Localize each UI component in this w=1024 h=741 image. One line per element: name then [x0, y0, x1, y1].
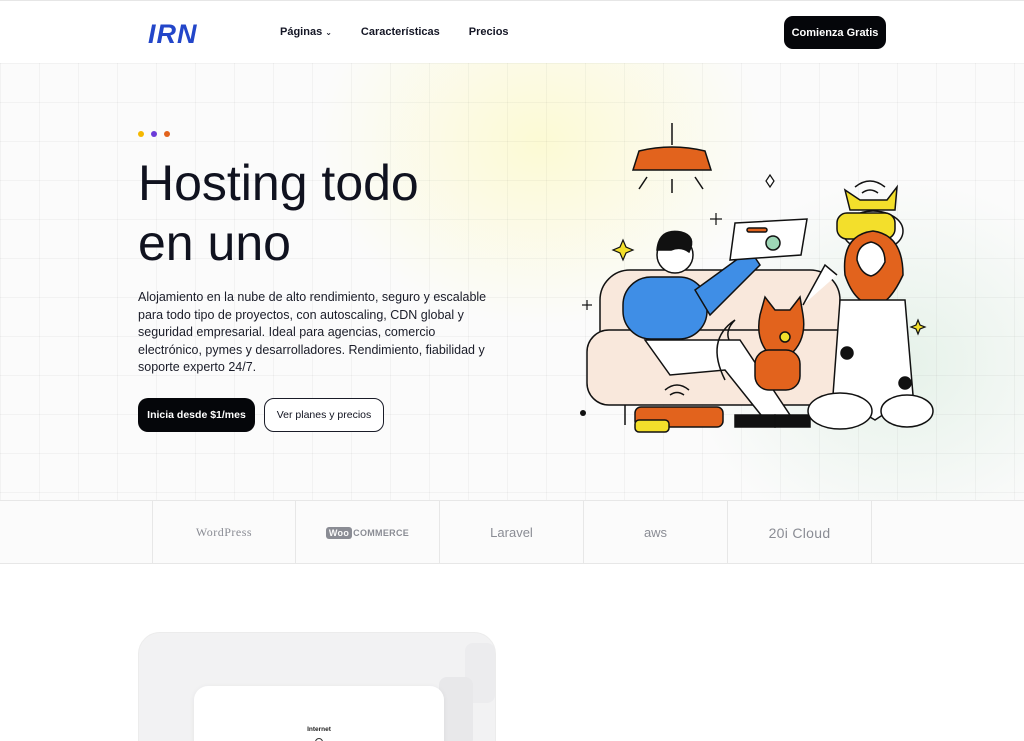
floor-dot: [580, 410, 586, 416]
wordpress-logo-text: WordPress: [195, 525, 253, 539]
aws-logo: aws: [584, 501, 728, 564]
card-decor: [439, 677, 473, 741]
hero-title-line2: en uno: [138, 215, 291, 271]
feature-card: Internet: [138, 632, 496, 741]
main-nav: Páginas ⌄ Características Precios: [280, 26, 538, 38]
accent-dot: [164, 131, 170, 137]
partner-logos: WordPress Woo COMMERCE Laravel aws 20i C…: [0, 500, 1024, 564]
accent-dots: [138, 131, 177, 137]
nav-item-precios[interactable]: Precios: [469, 26, 509, 38]
ceiling-lamp-icon: [631, 123, 713, 193]
woocommerce-logo: Woo COMMERCE: [296, 501, 440, 564]
hero-section: Hosting todo en uno Alojamiento en la nu…: [0, 63, 1024, 500]
20i-cloud-logo: 20i Cloud: [728, 501, 872, 564]
nav-item-caracteristicas[interactable]: Características: [361, 26, 440, 38]
network-panel: Internet: [194, 686, 444, 741]
hero-title-line1: Hosting todo: [138, 155, 419, 211]
hero-description: Alojamiento en la nube de alto rendimien…: [138, 290, 487, 374]
woocommerce-logo-text: Woo COMMERCE: [325, 526, 410, 539]
view-plans-button[interactable]: Ver planes y precios: [264, 398, 384, 432]
brand-logo[interactable]: IRN: [148, 19, 198, 50]
20i-cloud-logo-text: 20i Cloud: [768, 524, 831, 541]
laravel-logo: Laravel: [440, 501, 584, 564]
nav-item-paginas[interactable]: Páginas ⌄: [280, 26, 332, 38]
woo-badge: Woo: [325, 526, 353, 539]
laravel-logo-text: Laravel: [490, 525, 533, 540]
nav-item-label: Páginas: [280, 26, 323, 38]
tablet-icon: [729, 218, 808, 261]
nav-item-label: Características: [360, 26, 440, 38]
chevron-down-icon: ⌄: [325, 27, 332, 37]
hero-illustration: [580, 123, 934, 433]
nav-item-label: Precios: [468, 26, 509, 38]
start-free-button[interactable]: Comienza Gratis: [784, 16, 886, 49]
accent-dot: [151, 131, 157, 137]
accent-dot: [138, 131, 144, 137]
woo-commerce-label: COMMERCE: [353, 527, 410, 538]
internet-label: Internet: [307, 726, 331, 733]
aws-logo-text: aws: [643, 524, 668, 540]
site-header: IRN Páginas ⌄ Características Precios Co…: [0, 0, 1024, 63]
hero-title: Hosting todo en uno: [138, 153, 518, 273]
wordpress-logo: WordPress: [152, 501, 296, 564]
start-from-button[interactable]: Inicia desde $1/mes: [138, 398, 255, 432]
